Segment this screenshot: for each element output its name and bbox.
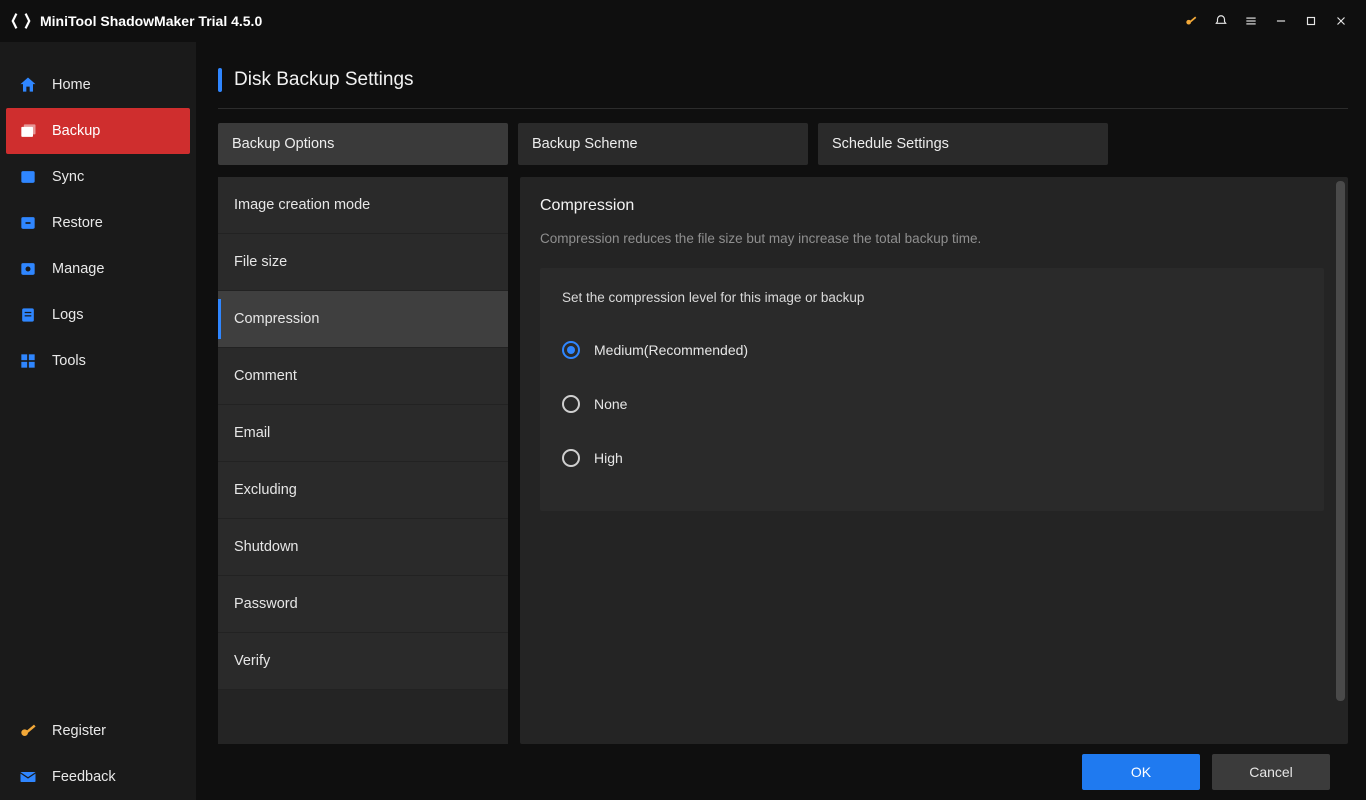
app-title: MiniTool ShadowMaker Trial 4.5.0 (40, 13, 262, 29)
tabs: Backup Options Backup Scheme Schedule Se… (218, 123, 1348, 165)
manage-icon (18, 259, 38, 279)
option-comment[interactable]: Comment (218, 348, 508, 405)
option-shutdown[interactable]: Shutdown (218, 519, 508, 576)
radio-label: Medium(Recommended) (594, 342, 748, 358)
radio-label: High (594, 450, 623, 466)
minimize-button[interactable] (1266, 6, 1296, 36)
restore-icon (18, 213, 38, 233)
accent-bar (218, 68, 222, 92)
titlebar: MiniTool ShadowMaker Trial 4.5.0 (0, 0, 1366, 42)
option-email[interactable]: Email (218, 405, 508, 462)
options-list: Image creation mode File size Compressio… (218, 177, 508, 744)
sidebar-item-label: Restore (52, 215, 103, 231)
tab-schedule-settings[interactable]: Schedule Settings (818, 123, 1108, 165)
panel-subheading: Set the compression level for this image… (562, 290, 1302, 305)
option-excluding[interactable]: Excluding (218, 462, 508, 519)
logs-icon (18, 305, 38, 325)
sidebar: Home Backup Sync Restore Manage (0, 42, 196, 800)
sidebar-item-label: Manage (52, 261, 104, 277)
key-icon (18, 721, 38, 741)
sidebar-item-manage[interactable]: Manage (0, 246, 196, 292)
cancel-button[interactable]: Cancel (1212, 754, 1330, 790)
radio-label: None (594, 396, 627, 412)
license-key-icon[interactable] (1176, 6, 1206, 36)
sidebar-item-label: Feedback (52, 769, 116, 785)
page-title: Disk Backup Settings (234, 69, 414, 91)
radio-icon (562, 341, 580, 359)
backup-icon (18, 121, 38, 141)
sidebar-item-label: Tools (52, 353, 86, 369)
sidebar-item-label: Logs (52, 307, 83, 323)
radio-none[interactable]: None (562, 381, 1302, 427)
close-button[interactable] (1326, 6, 1356, 36)
radio-icon (562, 395, 580, 413)
sidebar-item-backup[interactable]: Backup (6, 108, 190, 154)
menu-icon[interactable] (1236, 6, 1266, 36)
panel-box: Set the compression level for this image… (540, 268, 1324, 511)
ok-button[interactable]: OK (1082, 754, 1200, 790)
panel-heading: Compression (540, 197, 1324, 215)
page-header: Disk Backup Settings (218, 60, 1348, 109)
sidebar-item-label: Register (52, 723, 106, 739)
sidebar-item-sync[interactable]: Sync (0, 154, 196, 200)
sidebar-item-feedback[interactable]: Feedback (0, 754, 196, 800)
sidebar-item-register[interactable]: Register (0, 708, 196, 754)
option-image-creation-mode[interactable]: Image creation mode (218, 177, 508, 234)
sync-icon (18, 167, 38, 187)
sidebar-item-label: Sync (52, 169, 84, 185)
option-file-size[interactable]: File size (218, 234, 508, 291)
sidebar-item-logs[interactable]: Logs (0, 292, 196, 338)
maximize-button[interactable] (1296, 6, 1326, 36)
settings-panel: Compression Compression reduces the file… (520, 177, 1348, 744)
tab-backup-scheme[interactable]: Backup Scheme (518, 123, 808, 165)
notification-icon[interactable] (1206, 6, 1236, 36)
scrollbar[interactable] (1336, 181, 1345, 701)
sidebar-item-label: Backup (52, 123, 100, 139)
option-compression[interactable]: Compression (218, 291, 508, 348)
tab-backup-options[interactable]: Backup Options (218, 123, 508, 165)
sidebar-item-label: Home (52, 77, 91, 93)
option-password[interactable]: Password (218, 576, 508, 633)
option-verify[interactable]: Verify (218, 633, 508, 690)
sidebar-item-home[interactable]: Home (0, 62, 196, 108)
radio-icon (562, 449, 580, 467)
sidebar-item-restore[interactable]: Restore (0, 200, 196, 246)
panel-description: Compression reduces the file size but ma… (540, 231, 1324, 246)
mail-icon (18, 767, 38, 787)
tools-icon (18, 351, 38, 371)
radio-high[interactable]: High (562, 435, 1302, 481)
radio-medium[interactable]: Medium(Recommended) (562, 327, 1302, 373)
sidebar-item-tools[interactable]: Tools (0, 338, 196, 384)
app-logo-icon (10, 10, 32, 32)
footer: OK Cancel (218, 744, 1348, 800)
home-icon (18, 75, 38, 95)
